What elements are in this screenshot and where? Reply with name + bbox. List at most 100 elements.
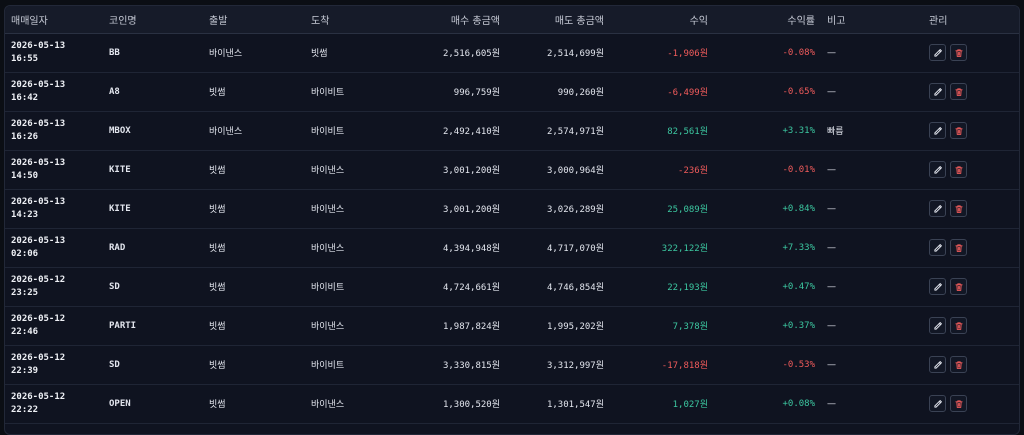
coin-name: RAD (109, 242, 126, 253)
from-exchange: 빗썸 (209, 244, 226, 254)
col-header-sell-total[interactable]: 매도 총금액 (506, 6, 610, 34)
table-row: 2026-05-13 16:55 BB 바이낸스 빗썸 2,516,605원 2… (5, 33, 1019, 72)
profit: -1,906원 (667, 49, 708, 59)
sell-total: 4,717,070원 (546, 244, 604, 254)
col-header-profit-rate[interactable]: 수익률 (714, 6, 821, 34)
profit: -6,499원 (667, 88, 708, 98)
trade-time: 22:39 (11, 365, 39, 376)
note: — (827, 164, 836, 175)
note: — (827, 320, 836, 331)
delete-button[interactable] (950, 44, 967, 61)
edit-button[interactable] (929, 356, 946, 373)
trash-icon (954, 165, 963, 174)
pencil-icon (933, 321, 942, 330)
manage-cell (923, 306, 1019, 345)
col-header-buy-total[interactable]: 매수 총금액 (405, 6, 506, 34)
to-exchange: 바이낸스 (311, 244, 345, 254)
profit: 82,561원 (667, 127, 708, 137)
delete-button[interactable] (950, 161, 967, 178)
col-header-profit[interactable]: 수익 (610, 6, 714, 34)
edit-button[interactable] (929, 161, 946, 178)
manage-cell (923, 345, 1019, 384)
table-row: 2026-05-13 14:50 KITE 빗썸 바이낸스 3,001,200원… (5, 150, 1019, 189)
trade-date: 2026-05-12 (11, 352, 66, 363)
trade-date: 2026-05-13 (11, 40, 66, 51)
pencil-icon (933, 399, 942, 408)
trades-panel: 매매일자 코인명 출발 도착 매수 총금액 매도 총금액 수익 수익률 비고 관… (4, 5, 1020, 435)
sell-total: 3,312,997원 (546, 361, 604, 371)
delete-button[interactable] (950, 395, 967, 412)
edit-button[interactable] (929, 122, 946, 139)
trade-datetime: 2026-05-13 14:23 (5, 189, 103, 228)
trash-icon (954, 204, 963, 213)
profit-rate: +7.33% (782, 242, 815, 253)
profit: 7,378원 (672, 322, 708, 332)
trade-time: 16:42 (11, 92, 39, 103)
delete-button[interactable] (950, 122, 967, 139)
trash-icon (954, 243, 963, 252)
edit-button[interactable] (929, 395, 946, 412)
delete-button[interactable] (950, 239, 967, 256)
table-row: 2026-05-13 16:26 MBOX 바이낸스 바이비트 2,492,41… (5, 111, 1019, 150)
col-header-date[interactable]: 매매일자 (5, 6, 103, 34)
coin-name: KITE (109, 203, 131, 214)
trash-icon (954, 48, 963, 57)
edit-button[interactable] (929, 317, 946, 334)
note: 빠름 (827, 127, 844, 137)
coin-name: PARTI (109, 320, 137, 331)
table-row: 2026-05-13 16:42 A8 빗썸 바이비트 996,759원 990… (5, 72, 1019, 111)
trash-icon (954, 126, 963, 135)
profit-rate: -0.53% (782, 359, 815, 370)
edit-button[interactable] (929, 44, 946, 61)
edit-button[interactable] (929, 83, 946, 100)
delete-button[interactable] (950, 278, 967, 295)
trades-table: 매매일자 코인명 출발 도착 매수 총금액 매도 총금액 수익 수익률 비고 관… (5, 6, 1019, 424)
pencil-icon (933, 243, 942, 252)
profit: 322,122원 (661, 244, 708, 254)
pencil-icon (933, 360, 942, 369)
from-exchange: 빗썸 (209, 400, 226, 410)
to-exchange: 빗썸 (311, 49, 328, 59)
note: — (827, 281, 836, 292)
profit: 22,193원 (667, 283, 708, 293)
delete-button[interactable] (950, 356, 967, 373)
profit: -236원 (678, 166, 708, 176)
sell-total: 2,514,699원 (546, 49, 604, 59)
col-header-note: 비고 (821, 6, 923, 34)
coin-name: SD (109, 359, 120, 370)
profit-rate: +0.84% (782, 203, 815, 214)
coin-name: SD (109, 281, 120, 292)
profit-rate: +3.31% (782, 125, 815, 136)
trade-date: 2026-05-12 (11, 274, 66, 285)
delete-button[interactable] (950, 317, 967, 334)
to-exchange: 바이낸스 (311, 166, 345, 176)
row-actions (929, 278, 1015, 295)
table-row: 2026-05-12 22:22 OPEN 빗썸 바이낸스 1,300,520원… (5, 384, 1019, 423)
col-header-from[interactable]: 출발 (203, 6, 305, 34)
delete-button[interactable] (950, 83, 967, 100)
profit-rate: -0.65% (782, 86, 815, 97)
table-row: 2026-05-13 02:06 RAD 빗썸 바이낸스 4,394,948원 … (5, 228, 1019, 267)
edit-button[interactable] (929, 239, 946, 256)
col-header-to[interactable]: 도착 (305, 6, 405, 34)
sell-total: 1,995,202원 (546, 322, 604, 332)
manage-cell (923, 384, 1019, 423)
pencil-icon (933, 282, 942, 291)
to-exchange: 바이비트 (311, 361, 345, 371)
delete-button[interactable] (950, 200, 967, 217)
profit: 25,089원 (667, 205, 708, 215)
col-header-coin[interactable]: 코인명 (103, 6, 203, 34)
note: — (827, 47, 836, 58)
sell-total: 3,000,964원 (546, 166, 604, 176)
manage-cell (923, 72, 1019, 111)
profit-rate: +0.47% (782, 281, 815, 292)
note: — (827, 359, 836, 370)
sell-total: 4,746,854원 (546, 283, 604, 293)
buy-total: 4,724,661원 (442, 283, 500, 293)
trade-time: 23:25 (11, 287, 39, 298)
edit-button[interactable] (929, 200, 946, 217)
note: — (827, 203, 836, 214)
buy-total: 3,001,200원 (442, 205, 500, 215)
edit-button[interactable] (929, 278, 946, 295)
table-row: 2026-05-12 23:25 SD 빗썸 바이비트 4,724,661원 4… (5, 267, 1019, 306)
